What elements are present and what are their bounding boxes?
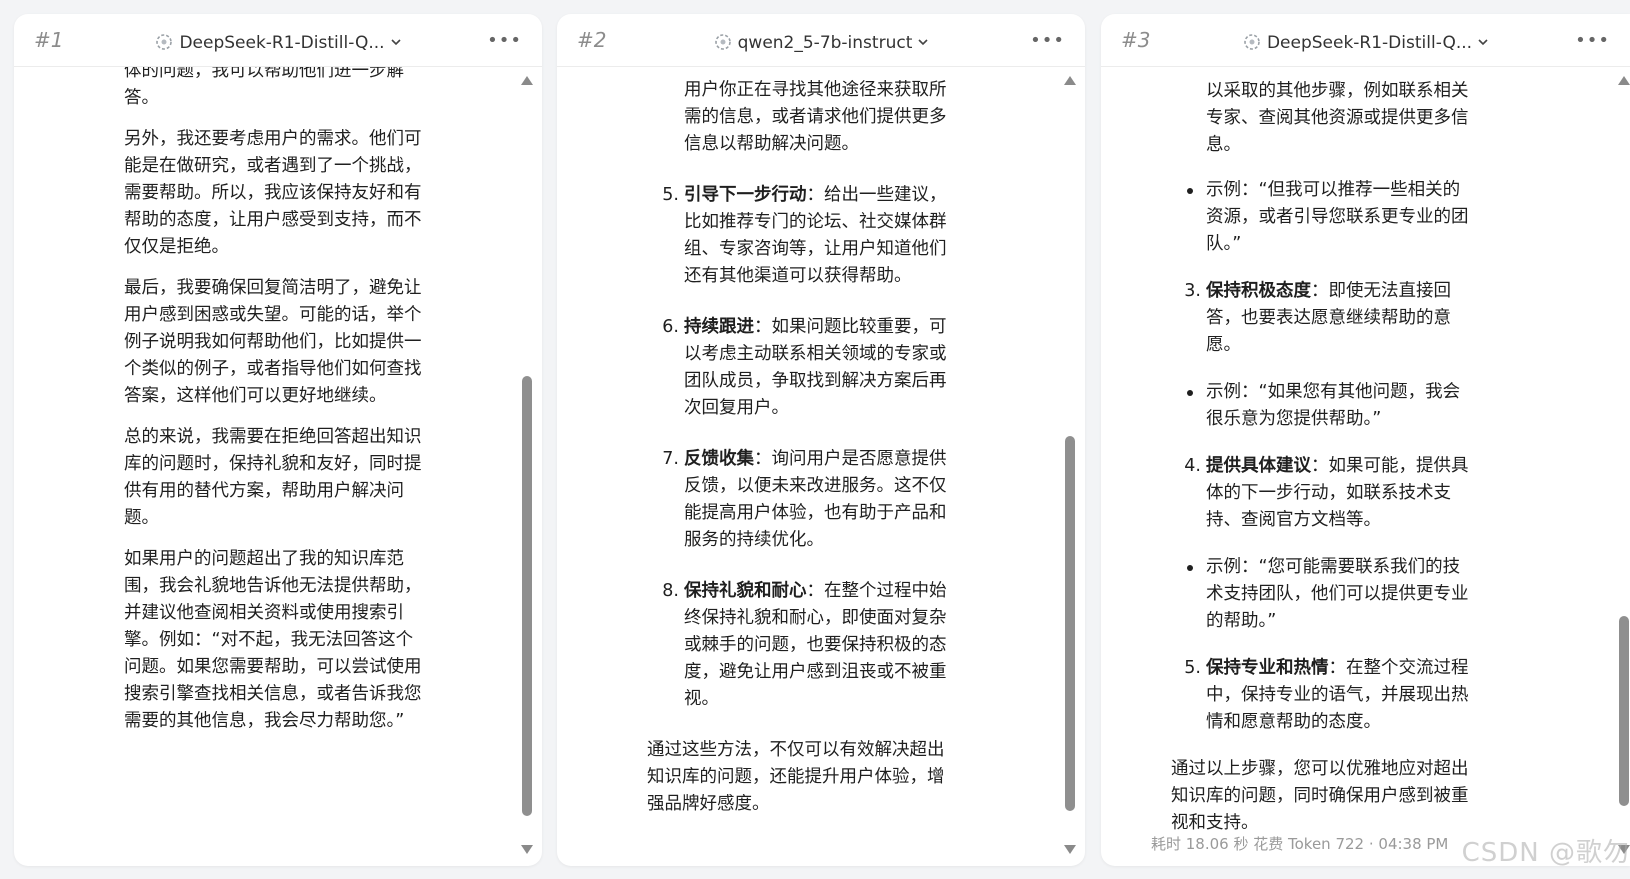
response-meta: 耗时 18.06 秒 花费 Token 722 · 04:38 PM: [1151, 835, 1449, 853]
list-item-title: 引导下一步行动: [684, 185, 807, 205]
bullet-icon: [1187, 565, 1193, 571]
response-panel-3: #3 DeepSeek-R1-Distill-Q... ••• 以采取的其他步骤…: [1101, 14, 1630, 866]
bullet-item: 示例：“但我可以推荐一些相关的资源，或者引导您联系更专业的团队。”: [1171, 177, 1471, 258]
list-number: 7.: [662, 449, 679, 469]
list-item: 5. 保持专业和热情：在整个交流过程中，保持专业的语气，并展现出热情和愿意帮助的…: [1171, 655, 1471, 736]
scrollbar-thumb[interactable]: [1065, 436, 1075, 811]
list-number: 3.: [1184, 281, 1201, 301]
scroll-up-arrow-icon[interactable]: [1064, 76, 1076, 85]
model-logo-icon: [714, 33, 732, 56]
model-logo-icon: [155, 33, 173, 56]
list-item-title: 保持专业和热情: [1206, 658, 1329, 678]
bullet-text: 示例：“如果您有其他问题，我会很乐意为您提供帮助。”: [1206, 382, 1461, 429]
list-number: 5.: [1184, 658, 1201, 678]
model-name: DeepSeek-R1-Distill-Q...: [1266, 33, 1473, 53]
panel-header: #3 DeepSeek-R1-Distill-Q... •••: [1101, 14, 1630, 67]
scroll-up-arrow-icon[interactable]: [1618, 76, 1630, 85]
scroll-down-arrow-icon[interactable]: [1064, 845, 1076, 854]
chevron-down-icon: [918, 31, 928, 51]
bullet-item: 示例：“如果您有其他问题，我会很乐意为您提供帮助。”: [1171, 379, 1471, 433]
list-item: 8. 保持礼貌和耐心：在整个过程中始终保持礼貌和耐心，即使面对复杂或棘手的问题，…: [649, 578, 949, 713]
bullet-item: 示例：“您可能需要联系我们的技术支持团队，他们可以提供更专业的帮助。”: [1171, 554, 1471, 635]
watermark: CSDN @歌勿: [1461, 838, 1630, 868]
model-selector[interactable]: DeepSeek-R1-Distill-Q...: [1101, 31, 1630, 56]
list-item-title: 持续跟进: [684, 317, 754, 337]
chevron-down-icon: [1478, 31, 1488, 51]
list-number: 4.: [1184, 456, 1201, 476]
scroll-up-arrow-icon[interactable]: [521, 76, 533, 85]
list-item: 5. 引导下一步行动：给出一些建议，比如推荐专门的论坛、社交媒体群组、专家咨询等…: [649, 182, 949, 290]
model-name: qwen2_5-7b-instruct: [737, 33, 913, 53]
more-options-icon[interactable]: •••: [1030, 30, 1065, 51]
more-options-icon[interactable]: •••: [1575, 30, 1610, 51]
list-item: 3. 保持积极态度：即使无法直接回答，也要表达愿意继续帮助的意愿。: [1171, 278, 1471, 359]
model-selector[interactable]: DeepSeek-R1-Distill-Q...: [14, 31, 542, 56]
paragraph: 体的问题，我可以帮助他们进一步解答。: [124, 67, 404, 108]
list-number: 5.: [662, 185, 679, 205]
list-item-title: 保持礼貌和耐心: [684, 581, 807, 601]
paragraph: 如果用户的问题超出了我的知识库范围，我会礼貌地告诉他无法提供帮助，并建议他查阅相…: [124, 549, 422, 731]
model-selector[interactable]: qwen2_5-7b-instruct: [557, 31, 1085, 56]
panel-header: #2 qwen2_5-7b-instruct •••: [557, 14, 1085, 67]
list-item-title: 保持积极态度: [1206, 281, 1311, 301]
bullet-text: 示例：“但我可以推荐一些相关的资源，或者引导您联系更专业的团队。”: [1206, 180, 1469, 254]
paragraph: 总的来说，我需要在拒绝回答超出知识库的问题时，保持礼貌和友好，同时提供有用的替代…: [124, 427, 422, 528]
list-item-title: 反馈收集: [684, 449, 754, 469]
panel-header: #1 DeepSeek-R1-Distill-Q... •••: [14, 14, 542, 67]
response-panel-1: #1 DeepSeek-R1-Distill-Q... ••• 体的问题，我可以…: [14, 14, 542, 866]
scrollbar[interactable]: [1064, 76, 1076, 854]
model-logo-icon: [1243, 33, 1261, 56]
response-content: 以采取的其他步骤，例如联系相关专家、查阅其他资源或提供更多信息。 示例：“但我可…: [1101, 67, 1471, 866]
list-continuation: 用户你正在寻找其他途径来获取所需的信息，或者请求他们提供更多信息以帮助解决问题。: [684, 80, 947, 154]
bullet-icon: [1187, 188, 1193, 194]
list-item: 7. 反馈收集：询问用户是否愿意提供反馈，以便未来改进服务。这不仅能提高用户体验…: [649, 446, 949, 554]
list-number: 8.: [662, 581, 679, 601]
list-continuation: 以采取的其他步骤，例如联系相关专家、查阅其他资源或提供更多信息。: [1206, 81, 1469, 155]
list-item: 6. 持续跟进：如果问题比较重要，可以考虑主动联系相关领域的专家或团队成员，争取…: [649, 314, 949, 422]
response-content: 用户你正在寻找其他途径来获取所需的信息，或者请求他们提供更多信息以帮助解决问题。…: [557, 67, 949, 866]
response-panel-2: #2 qwen2_5-7b-instruct ••• 用户你正在寻找其他途径来获…: [557, 14, 1085, 866]
model-name: DeepSeek-R1-Distill-Q...: [179, 33, 385, 53]
closing-paragraph: 通过以上步骤，您可以优雅地应对超出知识库的问题，同时确保用户感到被重视和支持。: [1171, 759, 1469, 833]
scrollbar[interactable]: [1618, 76, 1630, 854]
paragraph: 最后，我要确保回复简洁明了，避免让用户感到困惑或失望。可能的话，举个例子说明我如…: [124, 278, 422, 406]
response-content: 体的问题，我可以帮助他们进一步解答。 另外，我还要考虑用户的需求。他们可能是在做…: [14, 67, 424, 866]
scroll-down-arrow-icon[interactable]: [521, 845, 533, 854]
scrollbar[interactable]: [521, 76, 533, 854]
list-number: 6.: [662, 317, 679, 337]
chevron-down-icon: [390, 31, 401, 51]
paragraph: 另外，我还要考虑用户的需求。他们可能是在做研究，或者遇到了一个挑战，需要帮助。所…: [124, 129, 422, 257]
more-options-icon[interactable]: •••: [487, 30, 522, 51]
scrollbar-thumb[interactable]: [1619, 616, 1629, 806]
scrollbar-thumb[interactable]: [522, 376, 532, 816]
bullet-icon: [1187, 390, 1193, 396]
list-item-title: 提供具体建议: [1206, 456, 1311, 476]
bullet-text: 示例：“您可能需要联系我们的技术支持团队，他们可以提供更专业的帮助。”: [1206, 557, 1469, 631]
closing-paragraph: 通过这些方法，不仅可以有效解决超出知识库的问题，还能提升用户体验，增强品牌好感度…: [647, 740, 945, 814]
list-item: 4. 提供具体建议：如果可能，提供具体的下一步行动，如联系技术支持、查阅官方文档…: [1171, 453, 1471, 534]
